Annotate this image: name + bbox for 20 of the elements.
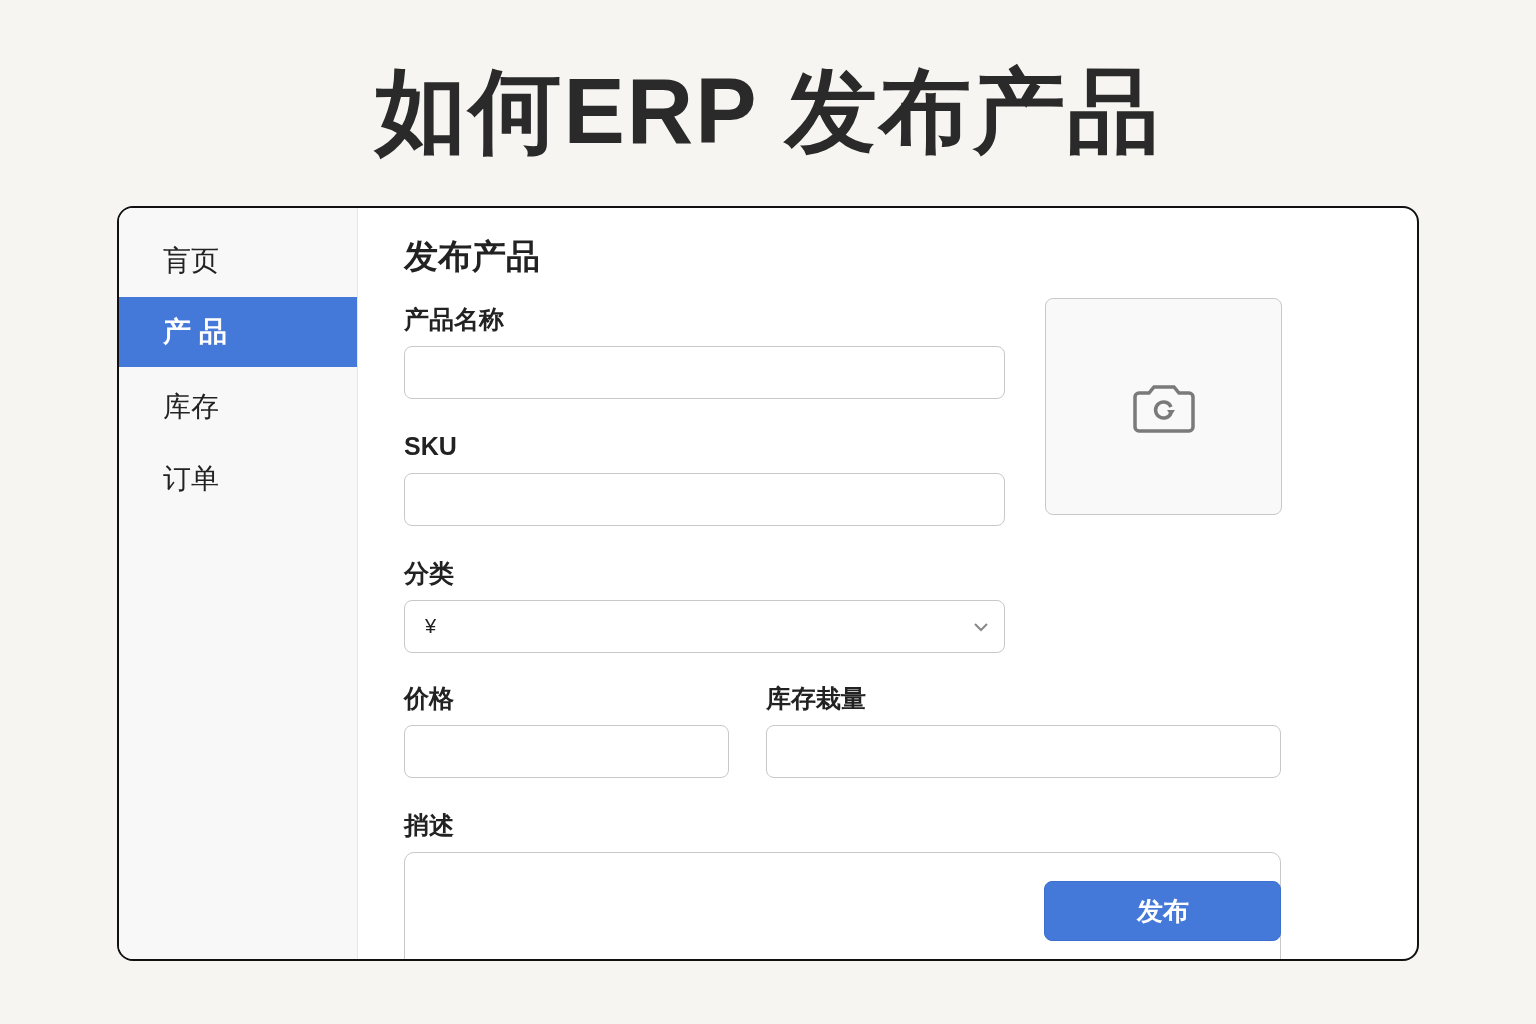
- headline: 如何ERP 发布产品: [375, 59, 1161, 164]
- category-select[interactable]: ¥: [404, 600, 1005, 653]
- publish-button[interactable]: 发布: [1044, 881, 1281, 941]
- sidebar-item[interactable]: 产 品: [119, 297, 357, 367]
- field-label: 产品名称: [404, 304, 505, 335]
- input-field[interactable]: [404, 725, 729, 778]
- input-field[interactable]: [404, 346, 1005, 399]
- field-label: 库存栽量: [766, 683, 867, 714]
- sidebar-item[interactable]: 订单: [119, 443, 357, 515]
- page-title: 发布产品: [404, 236, 541, 277]
- sidebar-item[interactable]: 库存: [119, 371, 357, 443]
- chevron-down-icon: [972, 620, 990, 633]
- input-field[interactable]: [404, 473, 1005, 526]
- field-label: SKU: [404, 431, 458, 462]
- field-label: 价格: [404, 683, 455, 714]
- sidebar-item[interactable]: 肓页: [119, 225, 357, 297]
- field-label: 捎述: [404, 810, 455, 841]
- input-field[interactable]: [766, 725, 1281, 778]
- image-upload[interactable]: [1045, 298, 1282, 515]
- field-label: 分类: [404, 558, 455, 589]
